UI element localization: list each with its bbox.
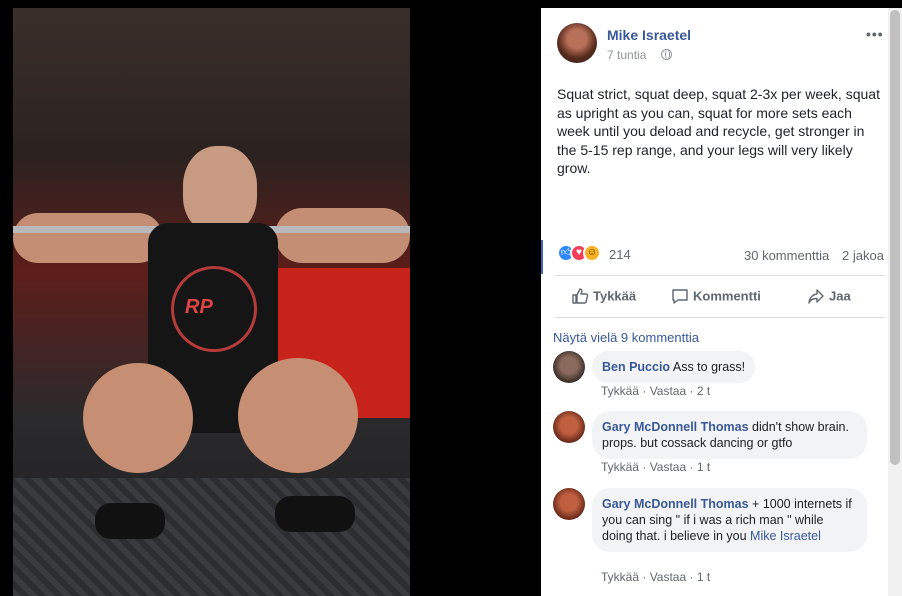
share-arrow-icon	[808, 289, 824, 304]
comment-bubble: Ben Puccio Ass to grass!	[592, 351, 756, 383]
globe-icon	[661, 49, 672, 60]
shirt-logo-ring	[171, 266, 257, 352]
comment-bubble-icon	[672, 289, 688, 304]
share-count[interactable]: 2 jakoa	[842, 248, 884, 263]
photo-left-shoe	[95, 503, 165, 539]
comment-count[interactable]: 30 kommenttia	[744, 248, 829, 263]
divider	[555, 275, 885, 276]
comment-like-link[interactable]: Tykkää	[601, 384, 639, 398]
photo-right-leg	[238, 358, 358, 473]
post-timestamp[interactable]: 7 tuntia	[607, 48, 646, 62]
view-more-comments-link[interactable]: Näytä vielä 9 kommenttia	[553, 330, 699, 345]
photo-head	[183, 146, 257, 234]
comment-bubble: Gary McDonnell Thomas + 1000 internets i…	[592, 488, 867, 552]
comment-time[interactable]: 1 t	[697, 460, 710, 474]
photo-viewer: RP Mike Israetel 7 tuntia ••• Squat stri…	[0, 0, 902, 596]
photo-left-leg	[83, 363, 193, 473]
thumbs-up-icon	[572, 288, 589, 304]
photo-floor	[13, 478, 410, 596]
commenter-avatar[interactable]	[553, 411, 585, 443]
like-button[interactable]: Tykkää	[571, 287, 636, 307]
photo-right-arm	[275, 208, 410, 263]
post-text: Squat strict, squat deep, squat 2-3x per…	[557, 86, 880, 176]
reaction-count[interactable]: 214	[609, 247, 631, 262]
comment-button-label: Kommentti	[693, 288, 761, 304]
comment-reply-link[interactable]: Vastaa	[650, 384, 686, 398]
share-button-label: Jaa	[829, 288, 851, 304]
commenter-name[interactable]: Gary McDonnell Thomas	[602, 497, 749, 511]
post-photo[interactable]: RP	[13, 8, 410, 596]
divider	[555, 317, 885, 318]
comment-like-link[interactable]: Tykkää	[601, 570, 639, 584]
comment-reply-link[interactable]: Vastaa	[650, 570, 686, 584]
like-button-label: Tykkää	[593, 288, 637, 304]
comment-button[interactable]: Kommentti	[671, 287, 761, 307]
comment-meta: Tykkää · Vastaa · 2 t	[601, 384, 711, 398]
comment-time[interactable]: 2 t	[697, 384, 710, 398]
comment-time[interactable]: 1 t	[697, 570, 710, 584]
photo-left-arm	[13, 213, 163, 263]
comment-reply-link[interactable]: Vastaa	[650, 460, 686, 474]
author-name[interactable]: Mike Israetel	[607, 27, 691, 43]
more-options-icon[interactable]: •••	[866, 26, 884, 42]
commenter-avatar[interactable]	[553, 351, 585, 383]
mention-link[interactable]: Mike Israetel	[750, 529, 821, 543]
scrollbar-thumb[interactable]	[890, 10, 900, 465]
commenter-avatar[interactable]	[553, 488, 585, 520]
comment-text: Ass to grass!	[672, 360, 746, 374]
haha-reaction-icon: ☺	[583, 244, 601, 262]
author-avatar[interactable]	[557, 23, 597, 63]
shirt-logo-text: RP	[185, 296, 213, 318]
photo-right-shoe	[275, 496, 355, 532]
comment-meta: Tykkää · Vastaa · 1 t	[601, 570, 711, 584]
comment-meta: Tykkää · Vastaa · 1 t	[601, 460, 711, 474]
comment-bubble: Gary McDonnell Thomas didn't show brain.…	[592, 411, 867, 459]
focus-accent	[541, 240, 543, 274]
comment-like-link[interactable]: Tykkää	[601, 460, 639, 474]
share-button[interactable]: Jaa	[807, 287, 851, 307]
commenter-name[interactable]: Ben Puccio	[602, 360, 670, 374]
commenter-name[interactable]: Gary McDonnell Thomas	[602, 420, 749, 434]
